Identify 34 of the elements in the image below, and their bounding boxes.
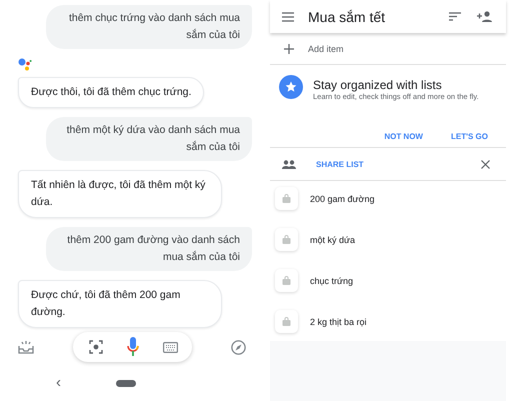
plus-icon[interactable]: [284, 44, 294, 54]
keyboard-icon[interactable]: [163, 342, 178, 352]
bag-icon: [282, 235, 291, 244]
back-button[interactable]: ‹: [56, 375, 61, 391]
dismiss-button[interactable]: NOT NOW: [384, 126, 423, 147]
compass-icon[interactable]: [231, 340, 246, 354]
people-icon: [282, 160, 296, 168]
assistant-message: Được chứ, tôi đã thêm 200 gam đường.: [18, 280, 222, 328]
list-item[interactable]: 200 gam đường: [310, 194, 374, 204]
bag-icon: [282, 276, 291, 285]
bag-icon: [282, 317, 291, 326]
menu-icon[interactable]: [282, 12, 294, 22]
promo-title: Stay organized with lists: [313, 77, 443, 92]
share-list-button[interactable]: SHARE LIST: [316, 160, 481, 168]
assistant-message: Tất nhiên là được, tôi đã thêm một ký dứa.: [18, 170, 222, 218]
user-message: thêm chục trứng vào danh sách mua sắm của tôi: [46, 5, 252, 49]
list-item[interactable]: 2 kg thịt ba rọi: [310, 316, 367, 326]
user-message: thêm một ký dứa vào danh sách mua sắm của tôi: [46, 117, 252, 161]
microphone-icon[interactable]: [127, 337, 139, 357]
lens-icon[interactable]: [89, 340, 103, 354]
close-icon[interactable]: [481, 160, 490, 168]
list-item[interactable]: chục trứng: [310, 276, 354, 286]
assistant-logo-icon: [18, 58, 32, 72]
user-message: thêm 200 gam đường vào danh sách mua sắm của tôi: [46, 227, 252, 271]
add-person-icon[interactable]: [477, 11, 492, 22]
list-item[interactable]: một ký dứa: [310, 234, 356, 244]
tray-icon[interactable]: [18, 340, 34, 354]
assistant-message: Được thôi, tôi đã thêm chục trứng.: [18, 77, 204, 108]
bag-icon: [282, 194, 291, 203]
sort-icon[interactable]: [449, 12, 461, 21]
home-button[interactable]: [116, 380, 136, 386]
confirm-button[interactable]: LET'S GO: [450, 126, 488, 147]
add-item-field[interactable]: Add item: [308, 44, 458, 54]
list-title: Mua sắm tết: [308, 8, 386, 24]
